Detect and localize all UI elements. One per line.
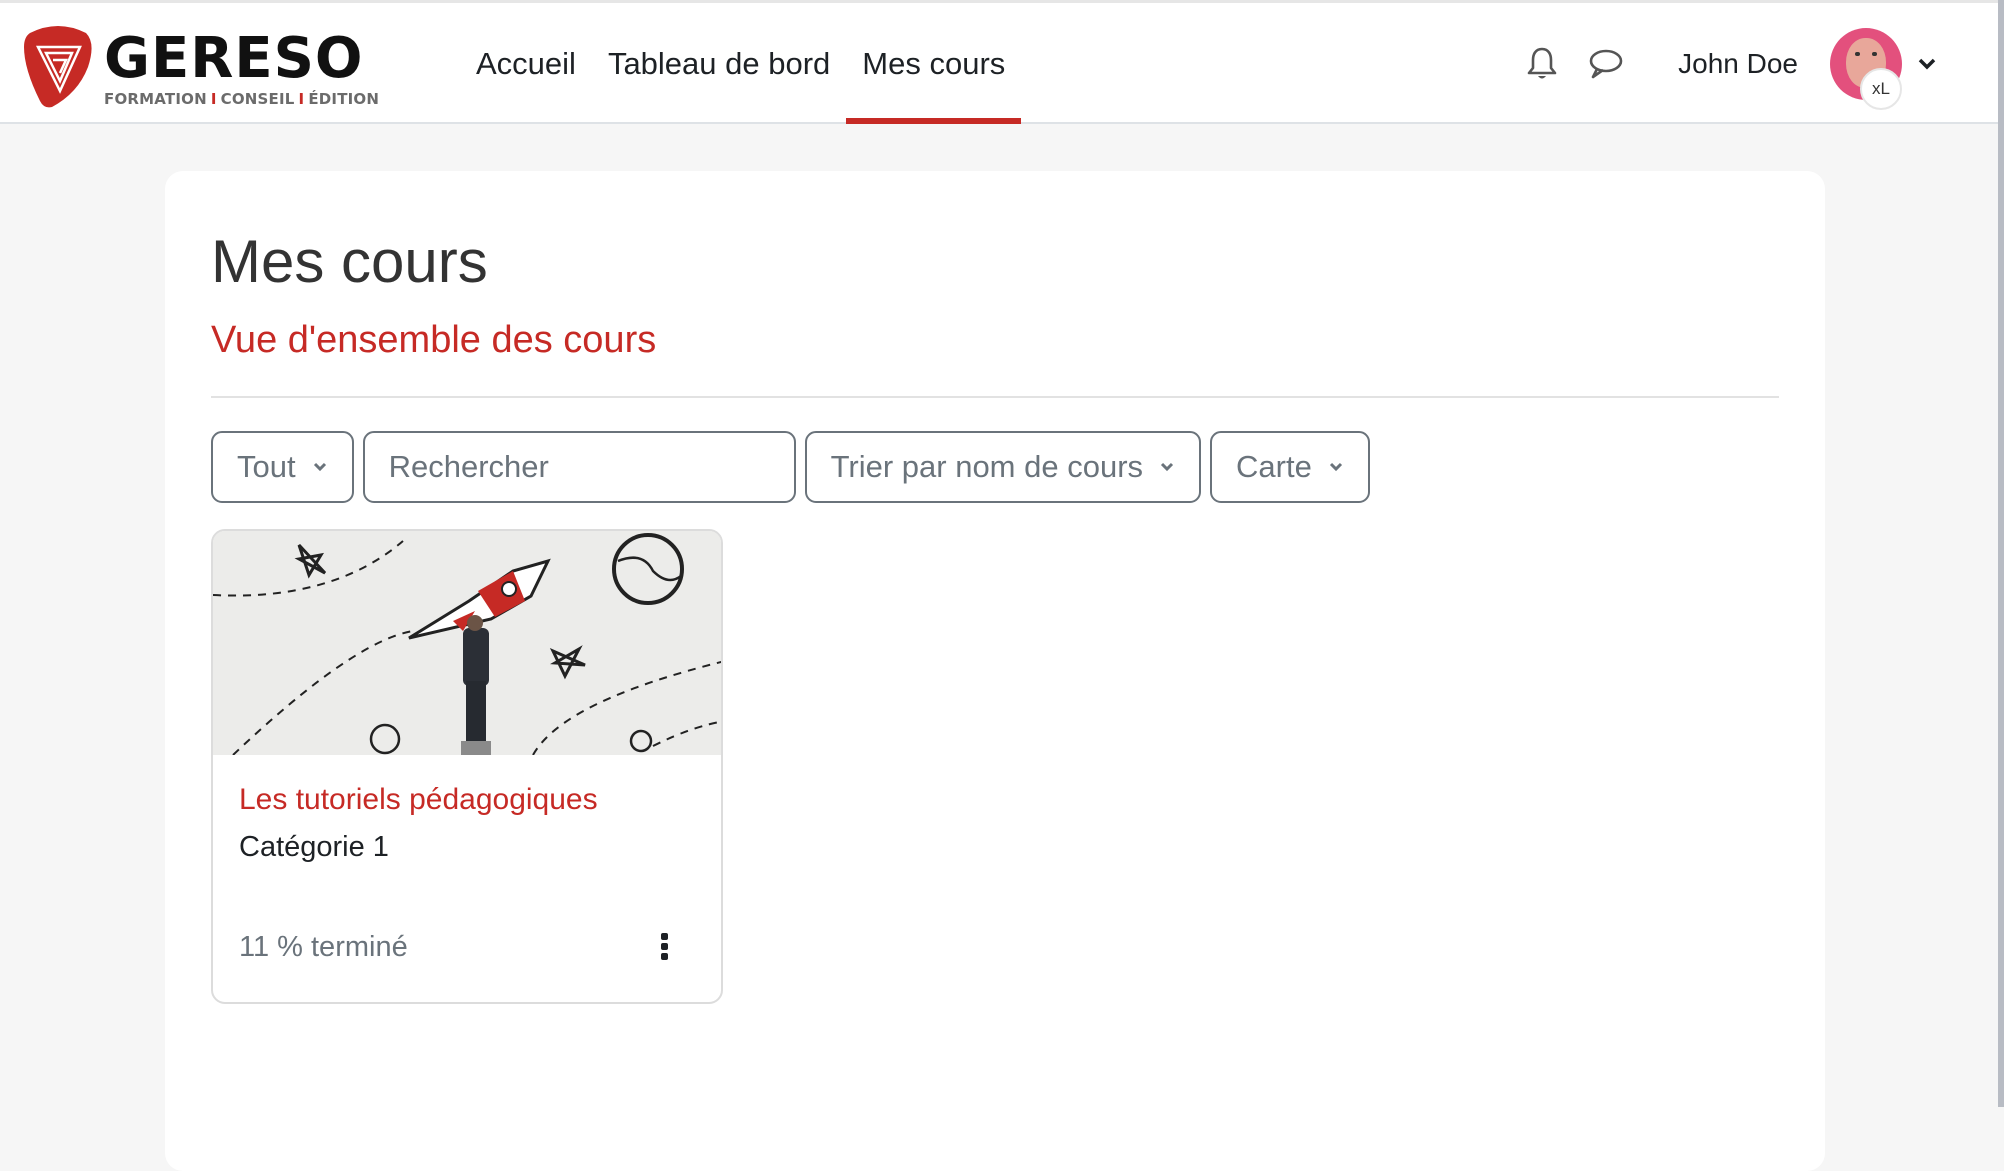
main-content: Mes cours Vue d'ensemble des cours Tout … (165, 171, 1825, 1171)
course-title-link[interactable]: Les tutoriels pédagogiques (239, 783, 695, 817)
nav-tableau-de-bord[interactable]: Tableau de bord (592, 3, 846, 124)
view-dropdown[interactable]: Carte (1210, 431, 1370, 503)
course-actions-menu[interactable] (649, 926, 679, 966)
kebab-dot (660, 942, 668, 950)
chevron-down-icon (1329, 462, 1342, 472)
logo-wordmark: GERESO (104, 26, 364, 91)
filter-dropdown[interactable]: Tout (211, 431, 354, 503)
tagline-separator: I (210, 90, 217, 108)
section-divider (211, 396, 1779, 398)
user-name[interactable]: John Doe (1678, 48, 1798, 80)
view-value: Carte (1236, 449, 1312, 484)
user-menu-area: John Doe xL (1520, 3, 1938, 124)
sort-dropdown[interactable]: Trier par nom de cours (804, 431, 1202, 503)
nav-mes-cours[interactable]: Mes cours (846, 3, 1022, 124)
tagline-formation: FORMATION (104, 90, 207, 108)
tagline-conseil: CONSEIL (220, 90, 295, 108)
search-input[interactable] (388, 449, 770, 485)
course-card: Les tutoriels pédagogiques Catégorie 1 1… (211, 529, 723, 1004)
search-field[interactable] (362, 431, 796, 503)
nav-accueil[interactable]: Accueil (460, 3, 592, 124)
page-title: Mes cours (211, 228, 488, 295)
course-image[interactable] (213, 531, 721, 755)
gereso-logo[interactable]: GERESO FORMATION I CONSEIL I ÉDITION (22, 23, 379, 113)
tagline-edition: ÉDITION (308, 90, 380, 108)
chevron-down-icon (313, 462, 326, 472)
course-body: Les tutoriels pédagogiques Catégorie 1 (213, 755, 721, 892)
section-title: Vue d'ensemble des cours (211, 319, 657, 361)
avatar-badge: xL (1860, 67, 1902, 110)
rocket-illustration (213, 531, 721, 755)
avatar-eye (1855, 51, 1860, 56)
gereso-shield-icon (24, 26, 92, 108)
kebab-dot (660, 932, 668, 940)
tagline-separator: I (298, 90, 305, 108)
avatar-eye (1872, 51, 1877, 56)
chevron-down-icon (1160, 462, 1174, 472)
top-navbar: GERESO FORMATION I CONSEIL I ÉDITION Accueil… (0, 0, 1998, 124)
sort-value: Trier par nom de cours (830, 449, 1144, 484)
course-progress: 11 % terminé (239, 931, 408, 963)
logo-tagline: FORMATION I CONSEIL I ÉDITION (104, 90, 379, 108)
notifications-button[interactable] (1520, 42, 1564, 86)
kebab-dot (660, 952, 668, 960)
chevron-down-icon (1918, 58, 1936, 69)
chat-bubble-icon (1589, 49, 1623, 78)
course-controls: Tout Trier par nom de cours Carte (211, 431, 1370, 503)
course-category: Catégorie 1 (239, 831, 389, 863)
filter-value: Tout (237, 449, 296, 484)
window-edge-scrollbar[interactable] (1998, 0, 2004, 1107)
primary-navigation: Accueil Tableau de bord Mes cours (460, 3, 1022, 124)
user-menu-toggle[interactable] (1916, 53, 1938, 75)
messages-button[interactable] (1584, 42, 1628, 86)
user-avatar[interactable]: xL (1830, 27, 1902, 110)
bell-icon (1527, 47, 1557, 78)
